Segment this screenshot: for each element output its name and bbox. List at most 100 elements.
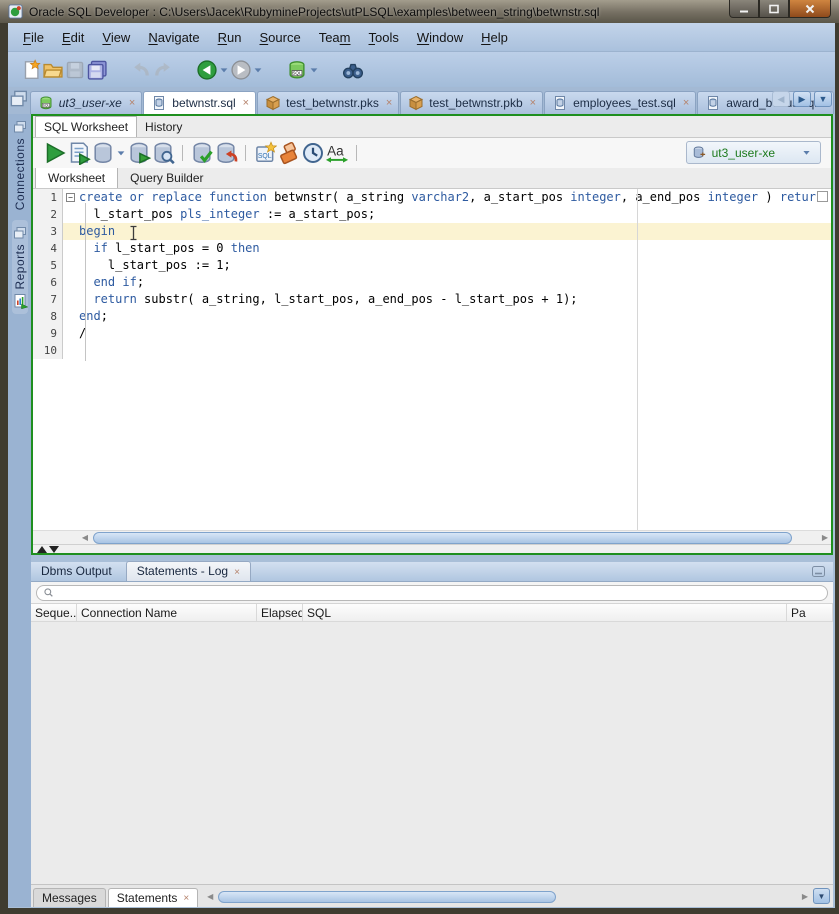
view-tab-worksheet[interactable]: Worksheet xyxy=(35,167,118,188)
scroll-left-icon[interactable]: ◀ xyxy=(79,533,91,542)
close-tab-icon[interactable]: × xyxy=(234,567,240,578)
search-box[interactable] xyxy=(36,585,828,601)
code-line-5[interactable]: 5 l_start_pos := 1; xyxy=(33,257,831,274)
scroll-right-icon[interactable]: ▶ xyxy=(819,533,831,542)
code-editor[interactable]: 1−create or replace function betwnstr( a… xyxy=(33,189,831,530)
caret-down-icon[interactable] xyxy=(308,59,320,81)
forward-icon[interactable] xyxy=(230,59,252,81)
column-header-pa[interactable]: Pa xyxy=(787,604,833,621)
column-header-elapsed[interactable]: Elapsed xyxy=(257,604,303,621)
code-line-4[interactable]: 4 if l_start_pos = 0 then xyxy=(33,240,831,257)
doc-tab-ut3-user-xe[interactable]: SQLut3_user-xe× xyxy=(30,91,143,114)
log-tab-dbms-output[interactable]: Dbms Output xyxy=(31,562,122,581)
footer-horizontal-scrollbar[interactable]: ◀ ▶ xyxy=(204,888,811,905)
column-header-connection-name[interactable]: Connection Name xyxy=(77,604,257,621)
find-icon[interactable] xyxy=(342,59,364,81)
code-line-2[interactable]: 2 l_start_pos pls_integer := a_start_pos… xyxy=(33,206,831,223)
code-line-8[interactable]: 8end; xyxy=(33,308,831,325)
panel-tab-history[interactable]: History xyxy=(137,117,190,137)
scroll-right-icon[interactable]: ▶ xyxy=(799,892,811,901)
code-line-3[interactable]: 3begin xyxy=(33,223,831,240)
autotrace-icon[interactable] xyxy=(91,141,115,165)
rollback-icon[interactable] xyxy=(214,141,238,165)
sql-history-icon[interactable] xyxy=(301,141,325,165)
panel-tab-sql-worksheet[interactable]: SQL Worksheet xyxy=(35,116,137,137)
scroll-tabs-right-icon[interactable]: ▶ xyxy=(793,91,811,107)
minimize-panel-icon[interactable] xyxy=(812,566,825,577)
view-tab-query-builder[interactable]: Query Builder xyxy=(118,168,215,188)
close-tab-icon[interactable]: × xyxy=(183,893,189,904)
column-header-sql[interactable]: SQL xyxy=(303,604,787,621)
doc-tab-test-betwnstr-pkb[interactable]: test_betwnstr.pkb× xyxy=(400,91,543,114)
run-script-icon[interactable] xyxy=(67,141,91,165)
caret-down-icon[interactable] xyxy=(252,59,264,81)
unshared-worksheet-icon[interactable]: SQL xyxy=(253,141,277,165)
doc-tab-test-betwnstr-pks[interactable]: test_betwnstr.pks× xyxy=(257,91,399,114)
menu-run[interactable]: Run xyxy=(209,26,251,49)
run-statement-icon[interactable] xyxy=(43,141,67,165)
tab-list-dropdown-icon[interactable]: ▼ xyxy=(814,91,832,107)
editor-splitter-control[interactable] xyxy=(33,544,831,553)
column-header-seque-[interactable]: Seque... xyxy=(31,604,77,621)
log-tab-statements-log[interactable]: Statements - Log× xyxy=(126,561,251,581)
sql-tuning-advisor-icon[interactable] xyxy=(151,141,175,165)
connection-selector[interactable]: ut3_user-xe xyxy=(686,141,821,164)
fold-toggle-icon[interactable]: − xyxy=(66,193,75,202)
commit-icon[interactable] xyxy=(190,141,214,165)
save-all-icon[interactable] xyxy=(86,59,108,81)
menu-navigate[interactable]: Navigate xyxy=(139,26,208,49)
close-button[interactable] xyxy=(789,0,831,18)
connections-icon[interactable]: SQL xyxy=(286,59,308,81)
log-table-body[interactable] xyxy=(31,622,833,884)
scrollbar-thumb[interactable] xyxy=(93,532,792,544)
footer-tab-messages[interactable]: Messages xyxy=(33,888,106,907)
menu-window[interactable]: Window xyxy=(408,26,472,49)
footer-tab-statements[interactable]: Statements× xyxy=(108,888,199,907)
sidebar-tab-connections[interactable]: Connections xyxy=(12,116,28,210)
sidebar-tab-reports[interactable]: Reports xyxy=(12,220,28,314)
footer-dropdown-icon[interactable]: ▼ xyxy=(813,888,830,904)
maximize-button[interactable] xyxy=(759,0,789,18)
explain-plan-icon[interactable] xyxy=(127,141,151,165)
close-tab-icon[interactable]: × xyxy=(683,98,689,108)
toggle-case-icon[interactable]: Aa xyxy=(325,141,349,165)
code-line-9[interactable]: 9/ xyxy=(33,325,831,342)
package-icon xyxy=(408,95,424,111)
menu-view[interactable]: View xyxy=(93,26,139,49)
editor-split-handle[interactable] xyxy=(817,191,828,202)
caret-down-icon[interactable] xyxy=(801,147,812,158)
close-tab-icon[interactable]: × xyxy=(243,98,249,108)
scrollbar-track[interactable] xyxy=(91,532,819,544)
code-line-6[interactable]: 6 end if; xyxy=(33,274,831,291)
scroll-left-icon[interactable]: ◀ xyxy=(204,892,216,901)
scrollbar-track[interactable] xyxy=(216,891,799,903)
code-line-1[interactable]: 1−create or replace function betwnstr( a… xyxy=(33,189,831,206)
menu-edit[interactable]: Edit xyxy=(53,26,93,49)
scroll-tabs-left-icon[interactable]: ◀ xyxy=(772,91,790,107)
menu-team[interactable]: Team xyxy=(310,26,360,49)
code-line-7[interactable]: 7 return substr( a_string, l_start_pos, … xyxy=(33,291,831,308)
close-tab-icon[interactable]: × xyxy=(530,98,536,108)
new-file-icon[interactable] xyxy=(20,59,42,81)
clear-icon[interactable] xyxy=(277,141,301,165)
doc-tab-betwnstr-sql[interactable]: betwnstr.sql× xyxy=(143,91,256,114)
line-number: 5 xyxy=(33,257,63,274)
caret-down-icon[interactable] xyxy=(115,142,127,164)
minimize-button[interactable] xyxy=(729,0,759,18)
doc-tab-employees-test-sql[interactable]: employees_test.sql× xyxy=(544,91,696,114)
scrollbar-thumb[interactable] xyxy=(218,891,556,903)
close-tab-icon[interactable]: × xyxy=(129,98,135,108)
title-bar[interactable]: Oracle SQL Developer : C:\Users\Jacek\Ru… xyxy=(0,0,839,23)
editor-horizontal-scrollbar[interactable]: ◀ ▶ xyxy=(33,530,831,544)
menu-help[interactable]: Help xyxy=(472,26,517,49)
back-icon[interactable] xyxy=(196,59,218,81)
line-number: 9 xyxy=(33,325,63,342)
search-input[interactable] xyxy=(58,587,821,599)
caret-down-icon[interactable] xyxy=(218,59,230,81)
code-line-10[interactable]: 10 xyxy=(33,342,831,359)
close-tab-icon[interactable]: × xyxy=(386,98,392,108)
open-folder-icon[interactable] xyxy=(42,59,64,81)
menu-source[interactable]: Source xyxy=(251,26,310,49)
menu-file[interactable]: File xyxy=(14,26,53,49)
menu-tools[interactable]: Tools xyxy=(360,26,408,49)
